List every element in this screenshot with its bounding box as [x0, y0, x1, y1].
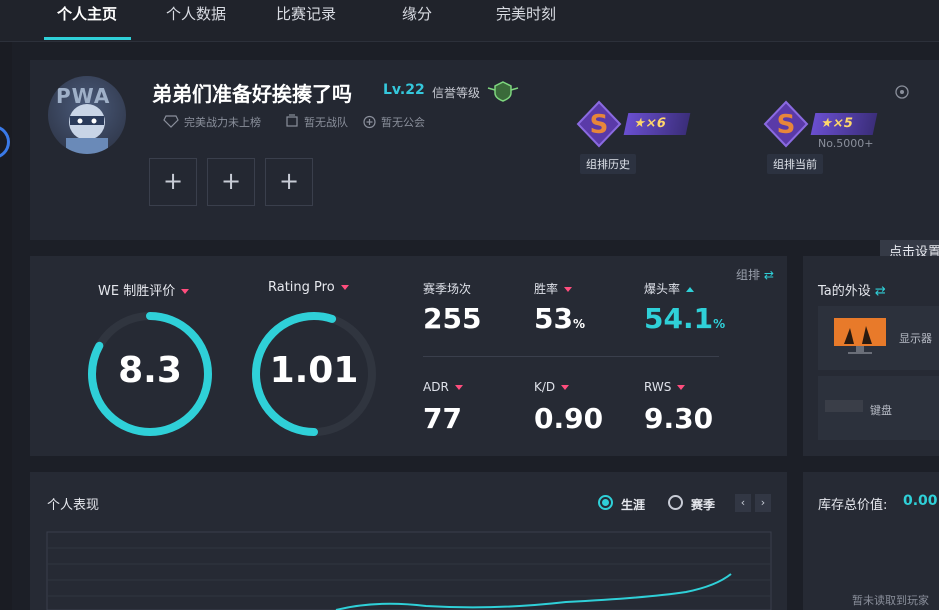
- shuffle-icon: ⇄: [763, 268, 774, 282]
- win-rate-title[interactable]: 胜率: [534, 280, 573, 297]
- rws-title[interactable]: RWS: [644, 380, 686, 394]
- season-radio[interactable]: [668, 495, 683, 510]
- adr-label: ADR: [423, 380, 449, 394]
- team-status: 暂无战队: [304, 116, 348, 129]
- rank-number: No.5000+: [818, 137, 874, 150]
- gear-title-label: Ta的外设: [818, 284, 871, 299]
- rank-letter: S: [590, 110, 609, 140]
- dropdown-triangle-icon: [564, 287, 573, 292]
- rank-label-history: 组排历史: [580, 154, 636, 174]
- tab-personal-data[interactable]: 个人数据: [166, 4, 226, 36]
- kd-label: K/D: [534, 380, 556, 394]
- chart-prev-button[interactable]: ‹: [735, 494, 751, 512]
- active-tab-indicator: [44, 37, 131, 40]
- win-rate-label: 胜率: [534, 282, 559, 296]
- shuffle-icon: ⇄: [874, 284, 886, 299]
- power-rank-status: 完美战力未上榜: [184, 116, 261, 129]
- headshot-rate-value: 54.1%: [644, 302, 725, 335]
- season-matches-value: 255: [423, 302, 482, 335]
- tab-home[interactable]: 个人主页: [57, 4, 117, 36]
- dropdown-triangle-icon: [677, 385, 686, 390]
- rws-value: 9.30: [644, 402, 714, 435]
- level-badge: Lv.22: [383, 82, 425, 98]
- headshot-rate-number: 54.1: [644, 302, 714, 335]
- dropdown-triangle-icon: [561, 385, 570, 390]
- monitor-icon: [834, 318, 886, 354]
- rws-label: RWS: [644, 380, 672, 394]
- team-icon: [286, 114, 298, 127]
- guild-icon: [363, 115, 376, 129]
- season-radio-label[interactable]: 赛季: [691, 496, 715, 513]
- gear-title[interactable]: Ta的外设 ⇄: [818, 280, 886, 299]
- inventory-value: 0.00: [903, 493, 938, 509]
- keyboard-icon: [825, 400, 863, 412]
- tab-perfect-moments[interactable]: 完美时刻: [496, 4, 556, 36]
- diamond-icon: [163, 115, 179, 128]
- performance-title: 个人表现: [47, 498, 100, 513]
- chart-next-button[interactable]: ›: [755, 494, 771, 512]
- credit-shield-icon[interactable]: [486, 80, 520, 102]
- we-rating-title[interactable]: WE 制胜评价: [98, 280, 190, 299]
- tab-fate[interactable]: 缘分: [402, 4, 432, 36]
- settings-icon[interactable]: [894, 84, 910, 100]
- team-toggle-label: 组排: [736, 268, 761, 282]
- adr-value: 77: [423, 402, 462, 435]
- headshot-rate-label: 爆头率: [644, 282, 681, 296]
- rank-letter: S: [777, 110, 796, 140]
- tab-match-records[interactable]: 比赛记录: [276, 4, 336, 36]
- gear-item-monitor[interactable]: 显示器: [818, 306, 939, 370]
- rank-s-badge-icon: S: [763, 100, 809, 148]
- dropdown-triangle-icon: [454, 385, 463, 390]
- inventory-title: 库存总价值:: [818, 498, 888, 513]
- rating-pro-value: 1.01: [269, 350, 359, 391]
- rank-label-current: 组排当前: [767, 154, 823, 174]
- rank-stars-history: ★×6: [623, 113, 691, 135]
- credit-label: 信誉等级: [432, 86, 481, 100]
- we-rating-label: WE 制胜评价: [98, 284, 176, 299]
- add-slot-button-1[interactable]: +: [149, 158, 197, 206]
- rank-s-badge-icon: S: [576, 100, 622, 148]
- kd-title[interactable]: K/D: [534, 380, 570, 394]
- performance-chart: [46, 531, 772, 610]
- stats-divider: [423, 356, 719, 357]
- dropdown-triangle-icon: [340, 285, 349, 290]
- kd-value: 0.90: [534, 402, 604, 435]
- team-toggle[interactable]: 组排 ⇄: [736, 266, 774, 283]
- avatar-label: PWA: [56, 84, 111, 108]
- add-slot-button-3[interactable]: +: [265, 158, 313, 206]
- avatar[interactable]: PWA: [48, 76, 126, 154]
- monitor-label: 显示器: [899, 332, 932, 345]
- keyboard-label: 键盘: [870, 404, 892, 417]
- guild-status: 暂无公会: [381, 116, 425, 129]
- add-slot-button-2[interactable]: +: [207, 158, 255, 206]
- career-radio-label[interactable]: 生涯: [621, 496, 645, 513]
- sort-up-triangle-icon: [686, 287, 695, 292]
- win-rate-value: 53%: [534, 302, 585, 335]
- inventory-note: 暂未读取到玩家: [852, 594, 929, 607]
- gear-item-keyboard[interactable]: 键盘: [818, 376, 939, 440]
- headshot-rate-unit: %: [713, 317, 726, 331]
- rank-stars-current: ★×5: [810, 113, 878, 135]
- we-rating-value: 8.3: [118, 350, 182, 391]
- win-rate-number: 53: [534, 302, 573, 335]
- dropdown-triangle-icon: [181, 289, 190, 294]
- rating-pro-label: Rating Pro: [268, 280, 335, 295]
- username: 弟弟们准备好挨揍了吗: [152, 82, 352, 106]
- season-matches-label: 赛季场次: [423, 282, 472, 296]
- win-rate-unit: %: [572, 317, 585, 331]
- career-radio[interactable]: [598, 495, 613, 510]
- top-tab-bar: 个人主页 个人数据 比赛记录 缘分 完美时刻: [0, 0, 939, 42]
- headshot-rate-title[interactable]: 爆头率: [644, 280, 695, 297]
- performance-line: [335, 573, 732, 610]
- adr-title[interactable]: ADR: [423, 380, 463, 394]
- rating-pro-title[interactable]: Rating Pro: [268, 280, 349, 295]
